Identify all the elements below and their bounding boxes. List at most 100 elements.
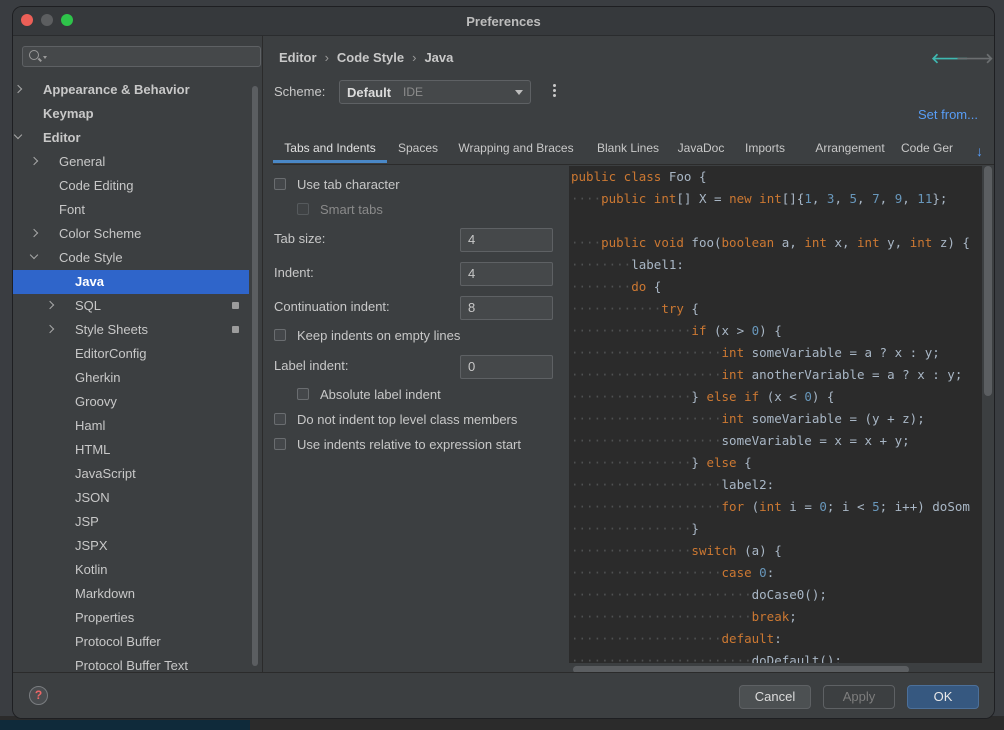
arrow-right-icon[interactable]: 🡒 bbox=[956, 50, 994, 67]
sidebar-item[interactable]: Protocol Buffer bbox=[13, 630, 249, 654]
code-token: ················ bbox=[571, 455, 692, 470]
code-token: 5 bbox=[872, 499, 880, 514]
search-icon bbox=[29, 50, 39, 60]
code-token: someVariable = (y + z); bbox=[751, 411, 925, 426]
tab-wrapping-and-braces[interactable]: Wrapping and Braces bbox=[449, 134, 583, 163]
sidebar-item[interactable]: Editor bbox=[13, 126, 249, 150]
code-token: public void bbox=[601, 235, 692, 250]
code-line: ····················label2: bbox=[571, 474, 774, 496]
code-line: ········do { bbox=[571, 276, 661, 298]
tab-imports[interactable]: Imports bbox=[735, 134, 795, 163]
chevron-right-icon[interactable] bbox=[45, 324, 55, 334]
code-token: ···················· bbox=[571, 565, 722, 580]
dialog-footer: ? Cancel Apply OK bbox=[13, 672, 994, 718]
project-scope-icon bbox=[232, 302, 239, 309]
sidebar-item[interactable]: Keymap bbox=[13, 102, 249, 126]
scheme-dropdown[interactable]: Default IDE bbox=[339, 80, 531, 104]
label-indent-field[interactable]: 0 bbox=[460, 355, 553, 379]
chevron-down-icon[interactable] bbox=[13, 130, 23, 140]
relative-indents-checkbox[interactable] bbox=[274, 438, 286, 450]
code-token: 11 bbox=[917, 191, 933, 206]
code-token: }; bbox=[932, 191, 948, 206]
chevron-right-icon[interactable] bbox=[13, 84, 23, 94]
absolute-label-checkbox[interactable] bbox=[297, 388, 309, 400]
sidebar-item[interactable]: SQL bbox=[13, 294, 249, 318]
code-token: ; bbox=[789, 609, 797, 624]
sidebar-item-label: Keymap bbox=[43, 106, 94, 121]
sidebar-item[interactable]: Haml bbox=[13, 414, 249, 438]
tab-spaces[interactable]: Spaces bbox=[389, 134, 447, 163]
apply-button[interactable]: Apply bbox=[823, 685, 895, 709]
tab-size-field[interactable]: 4 bbox=[460, 228, 553, 252]
more-options-icon[interactable] bbox=[553, 84, 556, 99]
sidebar-item-label: JSPX bbox=[75, 538, 108, 553]
code-line: ················} bbox=[571, 518, 699, 540]
tab-tabs-and-indents[interactable]: Tabs and Indents bbox=[273, 134, 387, 163]
code-token: ···················· bbox=[571, 433, 722, 448]
sidebar-item[interactable]: Color Scheme bbox=[13, 222, 249, 246]
indent-label: Indent: bbox=[274, 265, 314, 280]
help-icon[interactable]: ? bbox=[29, 686, 48, 705]
code-token: } bbox=[691, 521, 699, 536]
code-token: { bbox=[744, 455, 752, 470]
sidebar-item[interactable]: JSON bbox=[13, 486, 249, 510]
tab-javadoc[interactable]: JavaDoc bbox=[671, 134, 731, 163]
code-token: ; i < bbox=[826, 499, 873, 514]
code-token: else bbox=[706, 455, 745, 470]
breadcrumb: Editor › Code Style › Java bbox=[279, 50, 453, 65]
sidebar-item[interactable]: Kotlin bbox=[13, 558, 249, 582]
sidebar-scrollbar[interactable] bbox=[252, 86, 258, 666]
sidebar-item[interactable]: Font bbox=[13, 198, 249, 222]
sidebar-item[interactable]: Code Style bbox=[13, 246, 249, 270]
tabs-overflow-arrow-icon[interactable]: ↓ bbox=[976, 143, 983, 159]
code-vertical-scrollbar[interactable] bbox=[984, 166, 992, 396]
sidebar-item[interactable]: Protocol Buffer Text bbox=[13, 654, 249, 672]
sidebar-item-label: EditorConfig bbox=[75, 346, 147, 361]
sidebar-item[interactable]: EditorConfig bbox=[13, 342, 249, 366]
sidebar-item[interactable]: Code Editing bbox=[13, 174, 249, 198]
code-token: ···················· bbox=[571, 367, 722, 382]
no-indent-top-checkbox[interactable] bbox=[274, 413, 286, 425]
code-line: ····················case 0: bbox=[571, 562, 774, 584]
sidebar-item[interactable]: Appearance & Behavior bbox=[13, 78, 249, 102]
code-token: anotherVariable = a ? x : y; bbox=[751, 367, 963, 382]
sidebar-item-label: JSP bbox=[75, 514, 99, 529]
ok-button[interactable]: OK bbox=[907, 685, 979, 709]
indent-field[interactable]: 4 bbox=[460, 262, 553, 286]
settings-search-input[interactable] bbox=[22, 46, 261, 67]
chevron-right-icon[interactable] bbox=[29, 228, 39, 238]
sidebar-item[interactable]: HTML bbox=[13, 438, 249, 462]
sidebar-item[interactable]: Java bbox=[13, 270, 249, 294]
tab-code-ger[interactable]: Code Ger bbox=[901, 134, 965, 163]
set-from-link[interactable]: Set from... bbox=[918, 107, 978, 122]
sidebar-item[interactable]: Markdown bbox=[13, 582, 249, 606]
smart-tabs-label: Smart tabs bbox=[320, 202, 383, 217]
sidebar-item[interactable]: Groovy bbox=[13, 390, 249, 414]
code-token: else if bbox=[706, 389, 767, 404]
tab-arrangement[interactable]: Arrangement bbox=[803, 134, 897, 163]
sidebar-item[interactable]: Style Sheets bbox=[13, 318, 249, 342]
smart-tabs-checkbox bbox=[297, 203, 309, 215]
sidebar-item[interactable]: Properties bbox=[13, 606, 249, 630]
tab-blank-lines[interactable]: Blank Lines bbox=[587, 134, 669, 163]
sidebar-item[interactable]: JSPX bbox=[13, 534, 249, 558]
chevron-down-icon bbox=[515, 90, 523, 95]
search-options-chevron-icon[interactable] bbox=[43, 56, 47, 59]
sidebar-item[interactable]: JSP bbox=[13, 510, 249, 534]
continuation-indent-field[interactable]: 8 bbox=[460, 296, 553, 320]
use-tab-checkbox[interactable] bbox=[274, 178, 286, 190]
chevron-down-icon[interactable] bbox=[29, 250, 39, 260]
code-preview[interactable]: public class Foo {····public int[] X = n… bbox=[569, 166, 982, 663]
code-token: 5 bbox=[849, 191, 858, 206]
cancel-button[interactable]: Cancel bbox=[739, 685, 811, 709]
chevron-right-icon[interactable] bbox=[29, 156, 39, 166]
sidebar-item[interactable]: JavaScript bbox=[13, 462, 249, 486]
code-line: public class Foo { bbox=[571, 166, 706, 188]
code-token: ········ bbox=[571, 257, 632, 272]
sidebar-item[interactable]: Gherkin bbox=[13, 366, 249, 390]
code-token: break bbox=[751, 609, 790, 624]
code-token: { bbox=[691, 301, 699, 316]
keep-indents-checkbox[interactable] bbox=[274, 329, 286, 341]
sidebar-item[interactable]: General bbox=[13, 150, 249, 174]
chevron-right-icon[interactable] bbox=[45, 300, 55, 310]
